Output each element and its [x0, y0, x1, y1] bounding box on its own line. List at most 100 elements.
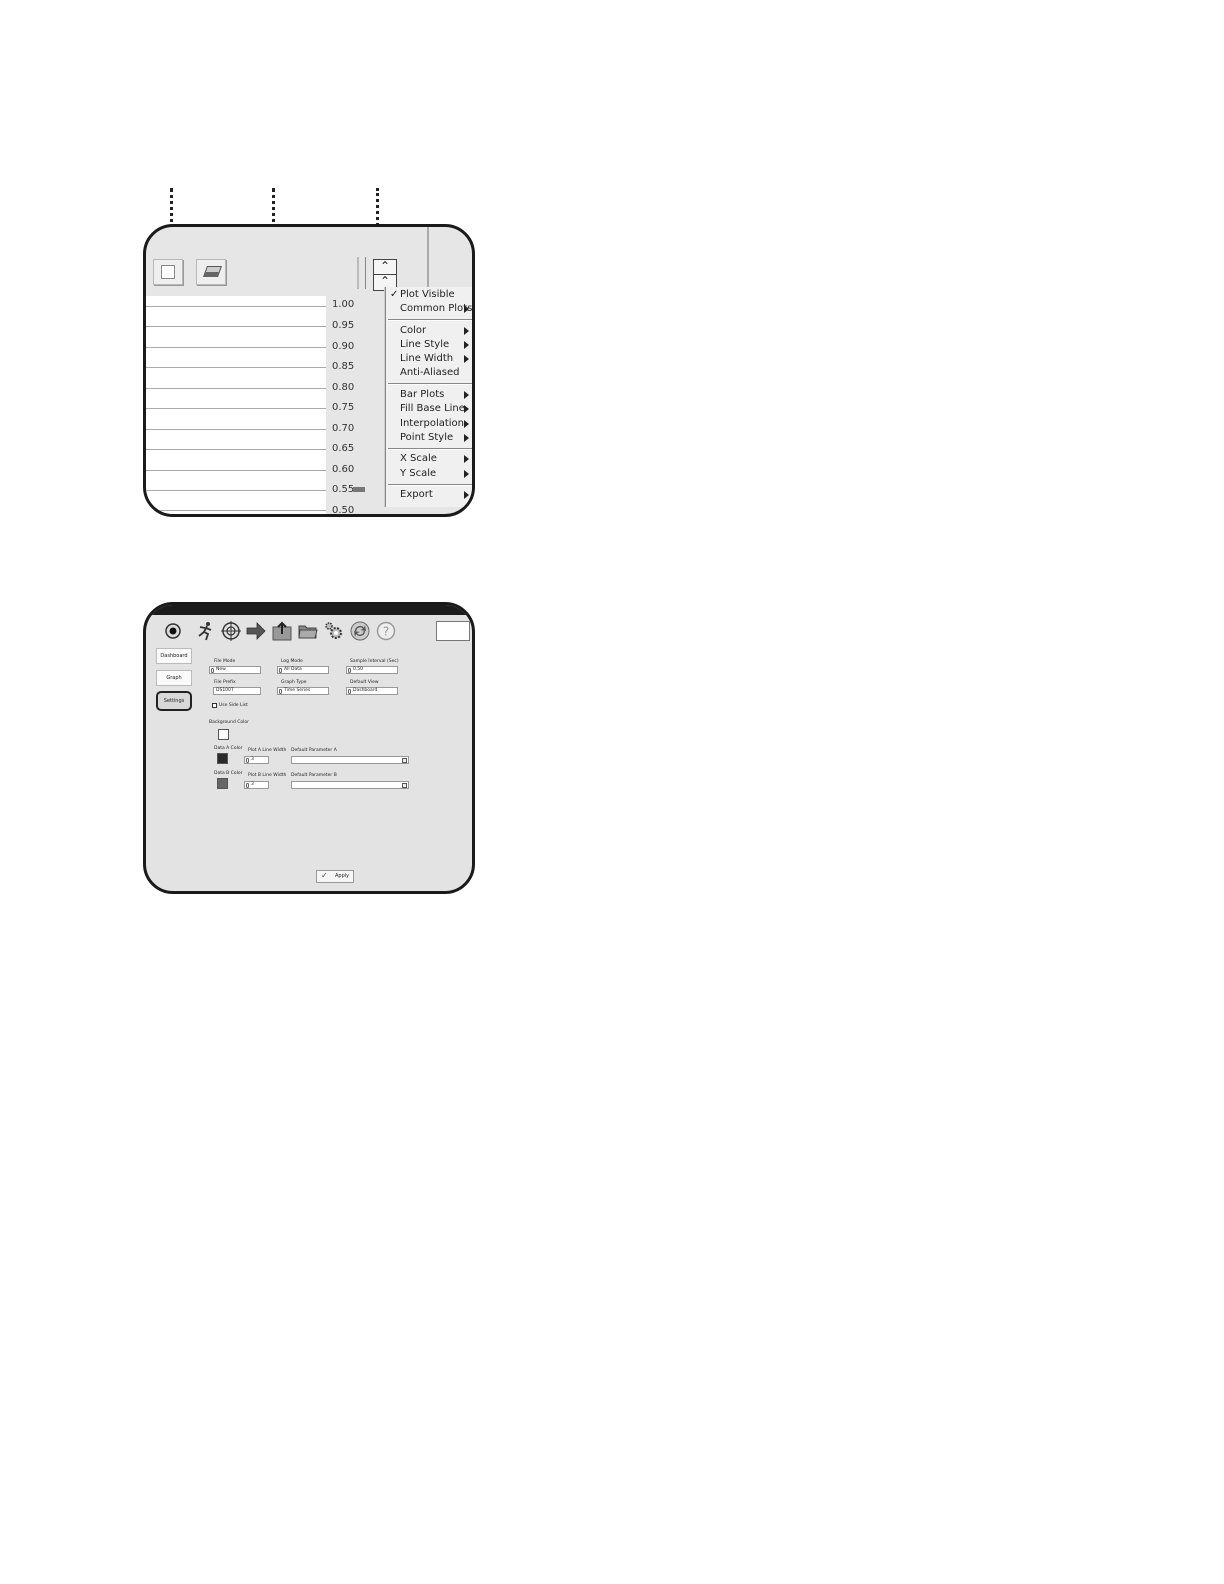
file-prefix-field[interactable]: DS100T — [213, 687, 261, 695]
menu-item-plot-visible[interactable]: ✓ Plot Visible — [386, 288, 472, 302]
default-parameter-b-label: Default Parameter B — [291, 773, 337, 778]
menu-item-point-style[interactable]: Point Style — [386, 431, 472, 445]
spinner-icon[interactable] — [246, 783, 249, 788]
menu-separator — [388, 319, 472, 321]
menu-item-color[interactable]: Color — [386, 324, 472, 338]
menu-item-fill-base-line[interactable]: Fill Base Line — [386, 402, 472, 416]
log-mode-label: Log Mode — [281, 659, 303, 664]
menu-item-line-style[interactable]: Line Style — [386, 338, 472, 352]
new-file-button[interactable] — [153, 259, 183, 285]
checkmark-icon: ✓ — [390, 289, 399, 300]
file-mode-label: File Mode — [214, 659, 236, 664]
spinner-icon[interactable] — [211, 668, 214, 673]
spinner-icon[interactable] — [246, 758, 249, 763]
y-tick-label: 0.65 — [332, 443, 355, 454]
spinner-icon[interactable] — [279, 668, 282, 673]
submenu-arrow-icon — [464, 327, 469, 335]
page-icon — [161, 265, 175, 279]
plot-b-line-width-label: Plot B Line Width — [248, 773, 287, 778]
menu-separator — [388, 383, 472, 385]
default-view-field[interactable]: Dashboard — [346, 687, 398, 695]
background-color-label: Background Color — [209, 720, 250, 725]
gridline — [146, 367, 326, 368]
y-tick-label: 0.50 — [332, 505, 355, 516]
clear-graph-button[interactable] — [196, 259, 226, 285]
menu-item-common-plots[interactable]: Common Plots — [386, 302, 472, 316]
menu-item-line-width[interactable]: Line Width — [386, 352, 472, 366]
menu-item-bar-plots[interactable]: Bar Plots — [386, 388, 472, 402]
gridline — [146, 408, 326, 409]
plot-area[interactable] — [146, 296, 326, 514]
plot-legend-swatch[interactable] — [353, 487, 365, 492]
settings-panel-zoom: ? Dashboard Graph Settings File Mode New… — [143, 602, 475, 894]
data-a-color-swatch[interactable] — [217, 753, 228, 764]
plot-b-line-width-field[interactable]: 3 — [244, 781, 269, 789]
y-tick-label: 0.75 — [332, 402, 355, 413]
graph-type-field[interactable]: Time Series — [277, 687, 329, 695]
submenu-arrow-icon — [464, 455, 469, 463]
default-parameter-b-dropdown[interactable] — [291, 781, 409, 789]
submenu-arrow-icon — [464, 391, 469, 399]
use-side-list-checkbox[interactable] — [212, 703, 217, 708]
y-tick-label: 1.00 — [332, 299, 355, 310]
y-axis-ticks: 1.00 0.95 0.90 0.85 0.80 0.75 0.70 0.65 … — [326, 296, 386, 516]
log-mode-field[interactable]: All Data — [277, 666, 329, 674]
menu-item-interpolation[interactable]: Interpolation — [386, 417, 472, 431]
gridline — [146, 490, 326, 491]
default-parameter-a-dropdown[interactable] — [291, 756, 409, 764]
help-icon[interactable]: ? — [376, 621, 396, 641]
menu-item-y-scale[interactable]: Y Scale — [386, 467, 472, 481]
background-color-swatch[interactable] — [218, 729, 229, 740]
submenu-arrow-icon — [464, 355, 469, 363]
gridline — [146, 388, 326, 389]
nav-dashboard-button[interactable]: Dashboard — [156, 648, 192, 664]
apply-button[interactable]: ✓ Apply — [316, 870, 354, 883]
toolbar-readout-box — [436, 621, 470, 641]
spinner-icon[interactable] — [348, 668, 351, 673]
nav-graph-button[interactable]: Graph — [156, 670, 192, 686]
y-tick-label: 0.80 — [332, 382, 355, 393]
menu-item-export[interactable]: Export — [386, 488, 472, 502]
record-icon[interactable] — [163, 621, 183, 641]
spinner-icon[interactable] — [348, 689, 351, 694]
target-icon[interactable] — [221, 621, 241, 641]
sample-interval-field[interactable]: 0.50 — [346, 666, 398, 674]
run-icon[interactable] — [195, 621, 215, 641]
dropdown-arrow-icon[interactable] — [402, 758, 407, 763]
y-tick-label: 0.90 — [332, 341, 355, 352]
data-b-color-label: Data B Color — [214, 771, 243, 776]
spinner-icon[interactable] — [279, 689, 282, 694]
dropdown-arrow-icon[interactable] — [402, 783, 407, 788]
file-mode-field[interactable]: New — [209, 666, 261, 674]
default-view-label: Default View — [350, 680, 379, 685]
use-side-list-label: Use Side List — [219, 703, 248, 708]
eraser-icon — [202, 266, 223, 277]
graph-panel-zoom: ⌃ ⌃ 1.00 0.95 0.90 0.85 0.80 0.75 0.70 0… — [143, 224, 475, 517]
plot-context-menu: ✓ Plot Visible Common Plots Color Line S… — [385, 287, 472, 507]
menu-item-anti-aliased[interactable]: Anti-Aliased — [386, 366, 472, 380]
checkmark-icon: ✓ — [321, 871, 328, 880]
autoscale-up-icon[interactable]: ⌃ — [373, 259, 397, 275]
graph-type-label: Graph Type — [281, 680, 307, 685]
y-tick-label: 0.55 — [332, 484, 355, 495]
scale-control-lock[interactable] — [357, 257, 366, 289]
nav-settings-button[interactable]: Settings — [156, 691, 192, 711]
y-tick-label: 0.70 — [332, 423, 355, 434]
data-b-color-swatch[interactable] — [217, 778, 228, 789]
y-tick-label: 0.60 — [332, 464, 355, 475]
plot-a-line-width-label: Plot A Line Width — [248, 748, 287, 753]
folder-icon[interactable] — [298, 621, 318, 641]
default-parameter-a-label: Default Parameter A — [291, 748, 337, 753]
arrow-right-icon[interactable] — [246, 621, 266, 641]
submenu-arrow-icon — [464, 420, 469, 428]
svg-text:?: ? — [383, 625, 389, 639]
submenu-arrow-icon — [464, 434, 469, 442]
export-icon[interactable] — [272, 621, 292, 641]
y-tick-label: 0.85 — [332, 361, 355, 372]
plot-a-line-width-field[interactable]: 3 — [244, 756, 269, 764]
refresh-icon[interactable] — [350, 621, 370, 641]
gears-icon[interactable] — [324, 621, 344, 641]
menu-separator — [388, 448, 472, 450]
submenu-arrow-icon — [464, 341, 469, 349]
menu-item-x-scale[interactable]: X Scale — [386, 452, 472, 466]
